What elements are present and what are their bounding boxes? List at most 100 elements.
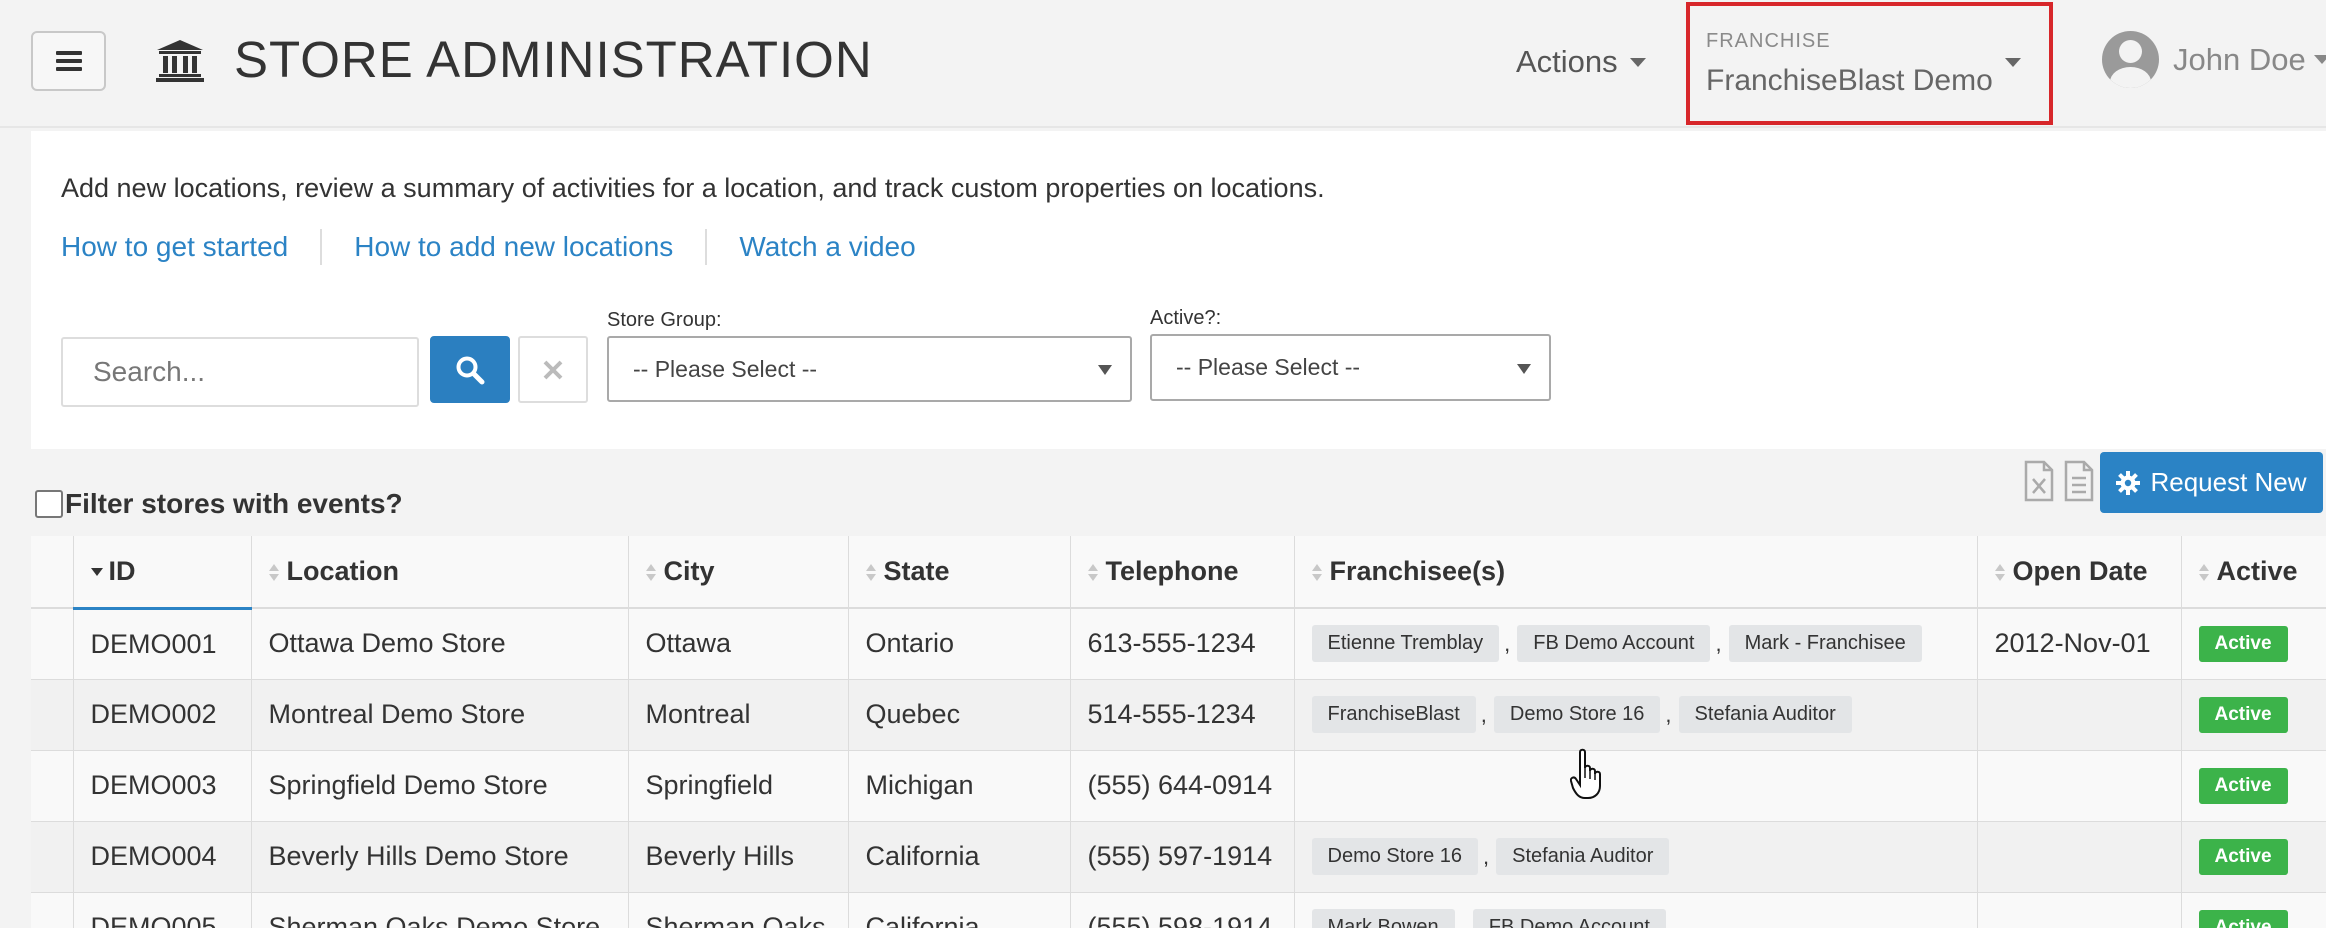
- city-cell: Sherman Oaks: [628, 892, 849, 928]
- row-select-cell[interactable]: [31, 679, 74, 751]
- column-header-label: Location: [286, 556, 400, 586]
- franchise-value: FranchiseBlast Demo: [1706, 64, 1993, 97]
- open-date-cell: [1977, 750, 2182, 822]
- row-select-cell[interactable]: [31, 821, 74, 893]
- top-header: STORE ADMINISTRATION Actions FRANCHISE F…: [0, 0, 2326, 128]
- active-filter-select[interactable]: -- Please Select --: [1150, 334, 1551, 401]
- franchisees-cell: FranchiseBlast, Demo Store 16, Stefania Au…: [1294, 679, 1978, 751]
- store-id-cell: DEMO002: [73, 679, 252, 751]
- open-date-cell: [1977, 679, 2182, 751]
- table-row[interactable]: DEMO004 Beverly Hills Demo Store Beverly H…: [31, 821, 2326, 893]
- sort-icon: [865, 563, 876, 582]
- franchisee-tag[interactable]: Mark Bowen: [1311, 909, 1455, 928]
- watch-video-link[interactable]: Watch a video: [739, 231, 915, 263]
- franchisee-tag[interactable]: Demo Store 16: [1311, 838, 1479, 875]
- active-cell: Active: [2181, 750, 2326, 822]
- request-new-button[interactable]: Request New: [2100, 452, 2323, 513]
- store-group-label: Store Group:: [607, 309, 722, 331]
- select-column-header: [31, 536, 74, 609]
- telephone-cell: 514-555-1234: [1070, 679, 1295, 751]
- franchisee-tag[interactable]: FB Demo Account: [1472, 909, 1666, 928]
- column-header-franchisees[interactable]: Franchisee(s): [1294, 536, 1978, 609]
- clear-search-button[interactable]: [518, 336, 588, 403]
- separator: ,: [1480, 701, 1487, 727]
- request-new-label: Request New: [2150, 467, 2307, 497]
- column-header-label: State: [883, 556, 950, 586]
- table-row[interactable]: DEMO005 Sherman Oaks Demo Store Sherman Oa…: [31, 892, 2326, 928]
- how-to-get-started-link[interactable]: How to get started: [61, 231, 288, 263]
- store-group-select[interactable]: -- Please Select --: [607, 336, 1132, 402]
- stores-table: ID Location City State Telephone Franchi…: [31, 536, 2326, 928]
- sort-icon: [2198, 563, 2209, 582]
- actions-dropdown[interactable]: Actions: [1516, 44, 1646, 80]
- table-header-row: ID Location City State Telephone Franchi…: [31, 536, 2326, 610]
- page-title: STORE ADMINISTRATION: [234, 31, 873, 88]
- open-date-cell: [1977, 821, 2182, 893]
- franchisee-tag[interactable]: Stefania Auditor: [1496, 838, 1670, 875]
- gear-icon: [2116, 470, 2141, 495]
- telephone-cell: (555) 598-1914: [1070, 892, 1295, 928]
- column-header-label: ID: [108, 555, 136, 586]
- active-filter-label: Active?:: [1150, 307, 1222, 329]
- sort-icon: [645, 563, 656, 582]
- franchisee-tag[interactable]: FranchiseBlast: [1311, 696, 1476, 733]
- status-badge: Active: [2198, 626, 2288, 663]
- location-cell: Ottawa Demo Store: [251, 608, 629, 680]
- location-cell: Beverly Hills Demo Store: [251, 821, 629, 893]
- active-cell: Active: [2181, 821, 2326, 893]
- user-menu[interactable]: John Doe: [2102, 31, 2326, 88]
- search-input[interactable]: [61, 337, 419, 407]
- status-badge: Active: [2198, 697, 2288, 733]
- row-select-cell[interactable]: [31, 750, 74, 822]
- separator: ,: [1483, 843, 1490, 869]
- document-export-icon[interactable]: [2064, 460, 2094, 502]
- column-header-location[interactable]: Location: [251, 536, 629, 609]
- franchisee-tag[interactable]: Stefania Auditor: [1678, 696, 1852, 733]
- city-cell: Montreal: [628, 679, 849, 751]
- franchisees-cell: [1294, 750, 1978, 822]
- search-button[interactable]: [430, 336, 510, 403]
- column-header-telephone[interactable]: Telephone: [1070, 536, 1295, 609]
- franchisee-tag[interactable]: Mark - Franchisee: [1728, 625, 1922, 663]
- column-header-id[interactable]: ID: [73, 536, 252, 610]
- events-filter-checkbox[interactable]: [35, 490, 63, 518]
- how-to-add-locations-link[interactable]: How to add new locations: [354, 231, 673, 263]
- state-cell: Ontario: [848, 608, 1071, 680]
- column-header-state[interactable]: State: [848, 536, 1071, 609]
- table-row[interactable]: DEMO001 Ottawa Demo Store Ottawa Ontario 613…: [31, 608, 2326, 680]
- separator: ,: [1459, 914, 1466, 928]
- separator: ,: [1715, 630, 1722, 656]
- column-header-label: Active: [2216, 556, 2298, 586]
- column-header-city[interactable]: City: [628, 536, 849, 609]
- franchisees-cell: Etienne Tremblay, FB Demo Account, Mark - …: [1294, 608, 1978, 680]
- menu-toggle-button[interactable]: [31, 31, 106, 91]
- active-filter-value: -- Please Select --: [1176, 354, 1361, 380]
- franchisee-tag[interactable]: FB Demo Account: [1517, 625, 1711, 663]
- actions-label: Actions: [1516, 44, 1618, 79]
- excel-export-icon[interactable]: [2024, 460, 2054, 502]
- column-header-label: Open Date: [2012, 556, 2148, 586]
- column-header-label: City: [663, 556, 715, 586]
- active-cell: Active: [2181, 608, 2326, 680]
- caret-down-icon: [2313, 55, 2326, 64]
- franchisee-tag[interactable]: Demo Store 16: [1493, 696, 1661, 733]
- column-header-open-date[interactable]: Open Date: [1977, 536, 2182, 609]
- franchise-selector[interactable]: FRANCHISE FranchiseBlast Demo: [1686, 2, 2053, 125]
- city-cell: Beverly Hills: [628, 821, 849, 893]
- table-row[interactable]: DEMO003 Springfield Demo Store Springfield…: [31, 750, 2326, 822]
- sort-icon: [268, 563, 279, 582]
- row-select-cell[interactable]: [31, 892, 74, 928]
- caret-down-icon: [2005, 58, 2021, 67]
- row-select-cell[interactable]: [31, 608, 74, 680]
- city-cell: Springfield: [628, 750, 849, 822]
- active-cell: Active: [2181, 679, 2326, 751]
- city-cell: Ottawa: [628, 608, 849, 680]
- close-icon: [543, 360, 563, 379]
- link-divider: [320, 229, 323, 265]
- franchisee-tag[interactable]: Etienne Tremblay: [1311, 625, 1500, 663]
- column-header-active[interactable]: Active: [2181, 536, 2326, 609]
- active-cell: Active: [2181, 892, 2326, 928]
- hand-cursor-icon: [1570, 748, 1601, 799]
- state-cell: California: [848, 821, 1071, 893]
- table-row[interactable]: DEMO002 Montreal Demo Store Montreal Quebec…: [31, 679, 2326, 751]
